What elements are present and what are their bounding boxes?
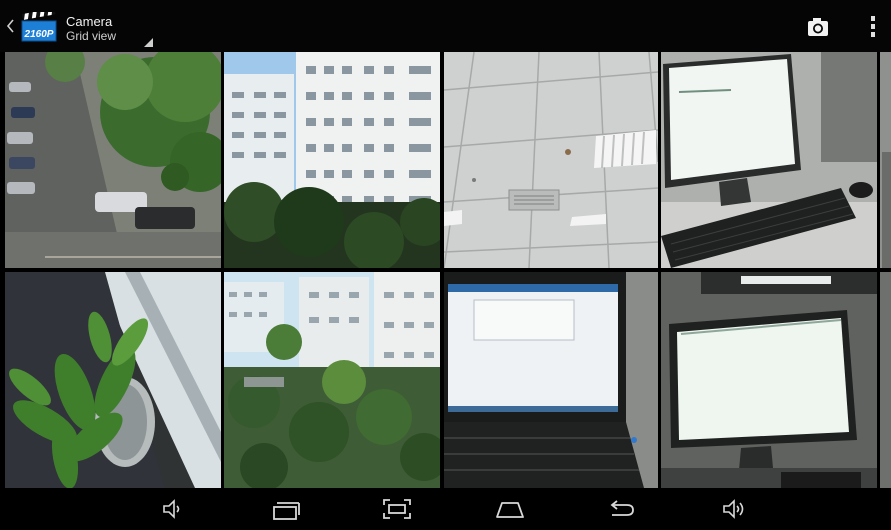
home-icon[interactable] xyxy=(494,497,526,521)
thumbnail-office-building[interactable] xyxy=(224,52,440,268)
thumbnail-partial-bottom[interactable] xyxy=(880,272,891,488)
overflow-menu-icon[interactable] xyxy=(868,14,878,40)
navigation-bar xyxy=(0,488,891,530)
app-icon-label: 2160P xyxy=(24,29,54,40)
view-mode-dropdown-indicator[interactable] xyxy=(144,38,153,47)
thumbnail-monitor-keyboard[interactable] xyxy=(661,52,877,268)
volume-down-icon[interactable] xyxy=(161,497,185,521)
action-bar: 2160P Camera Grid view xyxy=(0,0,891,52)
screenshot-icon[interactable] xyxy=(381,497,413,521)
thumbnail-monitor-desk[interactable] xyxy=(661,272,877,488)
back-icon[interactable] xyxy=(607,497,637,521)
title-block[interactable]: Camera Grid view xyxy=(66,14,116,43)
view-mode-label: Grid view xyxy=(66,29,117,43)
app-title: Camera xyxy=(66,14,113,29)
photo-grid xyxy=(0,52,891,488)
recent-apps-icon[interactable] xyxy=(270,497,302,521)
camera-icon[interactable] xyxy=(806,16,830,38)
thumbnail-ceiling[interactable] xyxy=(444,52,658,268)
thumbnail-partial-top[interactable] xyxy=(880,52,891,268)
up-caret-icon[interactable] xyxy=(5,18,17,34)
thumbnail-potted-plant[interactable] xyxy=(5,272,221,488)
volume-up-icon[interactable] xyxy=(721,497,747,521)
thumbnail-laptop[interactable] xyxy=(444,272,658,488)
thumbnail-parking-lot[interactable] xyxy=(5,52,221,268)
clapperboard-icon[interactable]: 2160P xyxy=(21,12,57,42)
thumbnail-aerial-trees[interactable] xyxy=(224,272,440,488)
